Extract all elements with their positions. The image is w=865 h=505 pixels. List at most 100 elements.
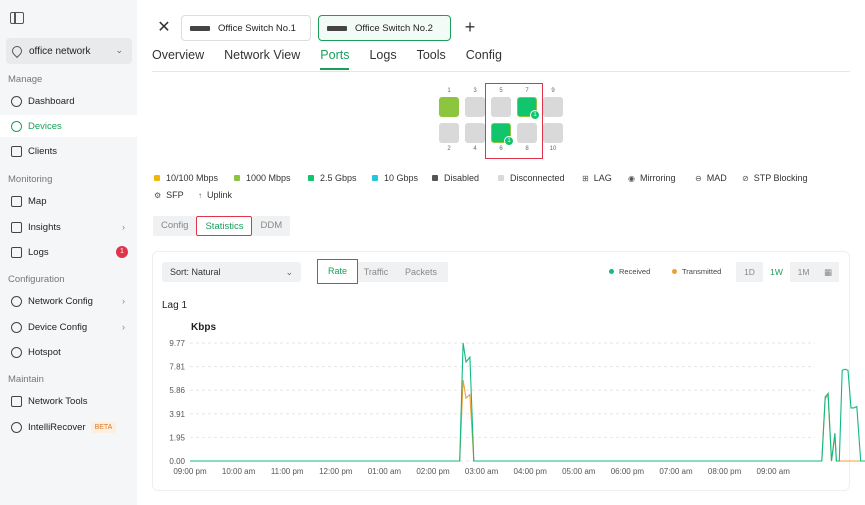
port-number: 9 — [551, 88, 555, 94]
tab-overview[interactable]: Overview — [152, 48, 204, 70]
switch-icon — [327, 25, 347, 31]
mad-icon: ⊖ — [695, 173, 702, 183]
sidebar-item-label: Clients — [28, 145, 58, 157]
gear-icon — [11, 321, 22, 333]
sfp-icon: ⚙ — [154, 190, 162, 200]
legend-uplink: ↑ Uplink — [198, 190, 233, 200]
subtab-config[interactable]: Config — [153, 216, 197, 236]
sidebar-item-label: Logs — [28, 246, 49, 258]
port-number: 1 — [447, 88, 451, 94]
subtab-statistics[interactable]: Statistics — [196, 216, 253, 236]
lag-highlight — [485, 83, 543, 159]
eye-icon: ◉ — [628, 173, 635, 183]
legend-stp: ⊘ STP Blocking — [742, 173, 808, 183]
logs-icon — [11, 246, 22, 258]
chevron-down-icon: ⌄ — [285, 267, 293, 277]
port-subtabs: Config Statistics DDM — [153, 216, 291, 236]
sidebar-item-insights[interactable]: Insights › — [0, 216, 137, 238]
beta-badge: BETA — [90, 421, 117, 433]
port-number: 2 — [447, 146, 451, 152]
port-3[interactable] — [465, 97, 485, 117]
sidebar-item-intellirecover[interactable]: IntelliRecover BETA — [0, 416, 137, 438]
range-1w[interactable]: 1W — [763, 262, 790, 282]
legend-10g: 10 Gbps — [372, 173, 418, 183]
chevron-down-icon: ⌄ — [115, 45, 123, 55]
tab-ports[interactable]: Ports — [320, 48, 350, 70]
add-tab-icon[interactable]: + — [459, 16, 481, 40]
map-icon — [11, 195, 22, 207]
close-icon[interactable]: ✕ — [152, 16, 176, 40]
device-tab-label: Office Switch No.2 — [355, 22, 433, 34]
sidebar-item-map[interactable]: Map — [0, 190, 137, 212]
sort-select[interactable]: Sort: Natural ⌄ — [162, 262, 301, 282]
sidebar-item-network-config[interactable]: Network Config › — [0, 290, 137, 312]
legend-sfp: ⚙ SFP — [154, 190, 184, 200]
devices-icon — [11, 120, 22, 132]
sidebar-item-label: Devices — [28, 120, 62, 132]
port-10[interactable] — [543, 123, 563, 143]
device-tab-2[interactable]: Office Switch No.2 — [318, 15, 451, 41]
lag-icon: ⊞ — [582, 173, 589, 183]
tab-config[interactable]: Config — [466, 48, 502, 70]
sidebar-toggle-icon[interactable] — [10, 12, 24, 24]
insights-icon — [11, 221, 22, 233]
statistics-panel — [152, 251, 850, 491]
legend-lag: ⊞ LAG — [582, 173, 612, 183]
port-number: 3 — [473, 88, 477, 94]
port-2[interactable] — [439, 123, 459, 143]
sidebar-item-label: Hotspot — [28, 346, 61, 358]
legend-2-5g: 2.5 Gbps — [308, 173, 357, 183]
tab-divider — [152, 71, 850, 72]
port-number: 10 — [549, 146, 557, 152]
toolbox-icon — [11, 395, 22, 407]
sidebar-item-label: Dashboard — [28, 95, 75, 107]
section-manage: Manage — [8, 74, 43, 85]
legend-mad: ⊖ MAD — [695, 173, 727, 183]
range-1m[interactable]: 1M — [790, 262, 817, 282]
location-pin-icon — [9, 43, 25, 59]
recover-icon — [11, 421, 22, 433]
sidebar-item-label: Device Config — [28, 321, 88, 333]
sidebar-item-dashboard[interactable]: Dashboard — [0, 90, 137, 112]
sidebar: office network ⌄ Manage Dashboard Device… — [0, 0, 137, 505]
range-1d[interactable]: 1D — [736, 262, 763, 282]
tab-tools[interactable]: Tools — [417, 48, 446, 70]
sidebar-item-label: Insights — [28, 221, 61, 233]
legend-1000: 1000 Mbps — [234, 173, 291, 183]
monitor-icon — [11, 145, 22, 157]
switch-icon — [190, 25, 210, 31]
mode-packets[interactable]: Packets — [394, 262, 448, 282]
port-9[interactable] — [543, 97, 563, 117]
block-icon: ⊘ — [742, 173, 749, 183]
site-selector[interactable]: office network ⌄ — [6, 38, 132, 64]
mode-rate[interactable]: Rate — [317, 259, 358, 284]
chevron-right-icon: › — [122, 322, 125, 332]
sidebar-item-label: Network Tools — [28, 395, 88, 407]
section-maintain: Maintain — [8, 374, 44, 385]
legend-transmitted: Transmitted — [672, 267, 721, 276]
device-tab-1[interactable]: Office Switch No.1 — [181, 15, 311, 41]
sidebar-item-label: Network Config — [28, 295, 93, 307]
chart-unit: Kbps — [191, 322, 216, 333]
chevron-right-icon: › — [122, 222, 125, 232]
sidebar-item-label: Map — [28, 195, 47, 207]
sidebar-item-network-tools[interactable]: Network Tools — [0, 390, 137, 412]
tab-logs[interactable]: Logs — [369, 48, 396, 70]
sidebar-item-device-config[interactable]: Device Config › — [0, 316, 137, 338]
port-4[interactable] — [465, 123, 485, 143]
sidebar-item-devices[interactable]: Devices — [0, 115, 137, 137]
calendar-icon[interactable]: ▦ — [817, 262, 839, 282]
arrow-up-icon: ↑ — [198, 190, 202, 200]
legend-disconnected: Disconnected — [498, 173, 565, 183]
port-1[interactable] — [439, 97, 459, 117]
mode-traffic[interactable]: Traffic — [358, 262, 394, 282]
tab-network-view[interactable]: Network View — [224, 48, 300, 70]
sidebar-item-logs[interactable]: Logs 1 — [0, 241, 137, 263]
globe-icon — [11, 295, 22, 307]
subtab-ddm[interactable]: DDM — [252, 216, 291, 236]
sidebar-item-clients[interactable]: Clients — [0, 140, 137, 162]
logs-badge: 1 — [116, 246, 128, 258]
legend-received: Received — [609, 267, 650, 276]
sidebar-item-label: IntelliRecover — [28, 421, 86, 433]
sidebar-item-hotspot[interactable]: Hotspot — [0, 341, 137, 363]
